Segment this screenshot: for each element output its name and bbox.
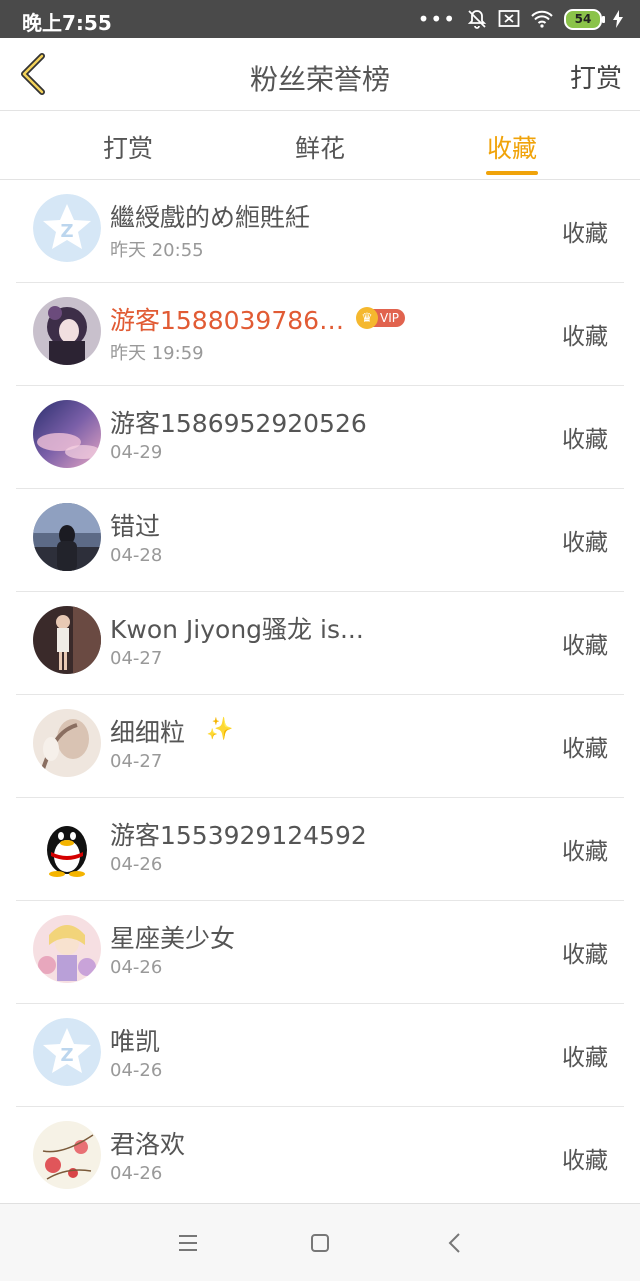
fan-action: 收藏 xyxy=(562,427,608,453)
default-qq-avatar: Z xyxy=(33,194,101,262)
fan-action: 收藏 xyxy=(562,221,608,247)
fan-action: 收藏 xyxy=(562,324,608,350)
status-time: 晚上7:55 xyxy=(22,11,112,35)
fan-date: 04-26 xyxy=(110,854,163,875)
tab-collect[interactable]: 收藏 xyxy=(452,129,572,165)
tab-reward[interactable]: 打赏 xyxy=(68,129,188,165)
fan-date: 04-26 xyxy=(110,1060,163,1081)
fan-date: 04-27 xyxy=(110,648,163,669)
list-item[interactable]: Kwon Jiyong骚龙 is... 04-27 收藏 xyxy=(16,592,624,695)
charging-icon xyxy=(613,10,623,28)
fan-date: 04-26 xyxy=(110,957,163,978)
fan-name: 游客1553929124592 xyxy=(110,821,367,850)
fan-name: 错过 xyxy=(110,512,161,541)
fan-name: 星座美少女 xyxy=(110,924,236,953)
menu-icon xyxy=(179,1235,197,1251)
tab-flowers[interactable]: 鲜花 xyxy=(260,129,380,165)
nav-back-button[interactable] xyxy=(440,1228,470,1258)
sailor-avatar xyxy=(33,915,101,983)
anime-girl-avatar xyxy=(33,297,101,365)
fan-name: 游客1586952920526 xyxy=(110,409,367,438)
list-item[interactable]: Z 唯凯 04-26 收藏 xyxy=(16,1004,624,1107)
page-title: 粉丝荣誉榜 xyxy=(249,63,390,96)
list-item[interactable]: 游客1588039786511 ♛ VIP 昨天 19:59 收藏 xyxy=(16,283,624,386)
fan-action: 收藏 xyxy=(562,530,608,556)
wifi-icon xyxy=(531,10,553,28)
fan-date: 04-29 xyxy=(110,442,163,463)
fan-date: 昨天 19:59 xyxy=(110,343,204,364)
menu-button[interactable] xyxy=(173,1228,203,1258)
fan-name: 繼綬戲的め縆貹紝 xyxy=(110,203,311,232)
default-qq-avatar: Z xyxy=(33,1018,101,1086)
crown-icon: ♛ xyxy=(356,307,378,329)
battery-icon: 54 xyxy=(564,8,605,30)
list-item[interactable]: Z 繼綬戲的め縆貹紝 昨天 20:55 收藏 xyxy=(16,180,624,283)
svg-text:Z: Z xyxy=(60,1045,73,1066)
app-header: 粉丝荣誉榜 打赏 xyxy=(0,38,640,111)
girl-back-avatar xyxy=(33,503,101,571)
status-icons: ••• 54 xyxy=(418,6,624,32)
close-box-icon xyxy=(498,10,520,27)
fan-name: 唯凯 xyxy=(110,1027,161,1056)
battery-level: 54 xyxy=(574,12,592,26)
flower-avatar xyxy=(33,1121,101,1189)
home-button[interactable] xyxy=(305,1228,335,1258)
more-dots-icon: ••• xyxy=(417,7,456,31)
list-item[interactable]: 细细粒 ✨ 04-27 收藏 xyxy=(16,695,624,798)
fan-action: 收藏 xyxy=(562,839,608,865)
fan-action: 收藏 xyxy=(562,942,608,968)
list-item[interactable]: 错过 04-28 收藏 xyxy=(16,489,624,592)
fan-action: 收藏 xyxy=(562,633,608,659)
list-item[interactable]: 君洛欢 04-26 收藏 xyxy=(16,1107,624,1210)
sky-avatar xyxy=(33,400,101,468)
bell-off-icon xyxy=(467,10,487,29)
fan-name: Kwon Jiyong骚龙 is... xyxy=(110,615,364,644)
svg-text:Z: Z xyxy=(60,221,73,242)
list-item[interactable]: 游客1553929124592 04-26 收藏 xyxy=(16,798,624,901)
fan-date: 04-27 xyxy=(110,751,163,772)
fan-date: 04-28 xyxy=(110,545,163,566)
fan-date: 04-26 xyxy=(110,1163,163,1184)
fan-name: 游客1588039786511 xyxy=(110,306,358,335)
fan-action: 收藏 xyxy=(562,1148,608,1174)
list-item[interactable]: 星座美少女 04-26 收藏 xyxy=(16,901,624,1004)
system-nav-bar xyxy=(0,1203,640,1281)
sketch-avatar xyxy=(33,709,101,777)
tab-active-indicator xyxy=(486,171,538,175)
fan-name: 君洛欢 xyxy=(110,1130,186,1159)
fan-action: 收藏 xyxy=(562,736,608,762)
back-icon xyxy=(448,1233,460,1253)
fan-name: 细细粒 xyxy=(110,718,186,747)
sparkle-icon: ✨ xyxy=(206,717,234,742)
home-icon xyxy=(311,1234,329,1252)
list-item[interactable]: 游客1586952920526 04-29 收藏 xyxy=(16,386,624,489)
fan-date: 昨天 20:55 xyxy=(110,240,204,261)
reward-button[interactable]: 打赏 xyxy=(570,58,622,95)
vip-badge: ♛ VIP xyxy=(356,307,405,329)
fan-list: Z 繼綬戲的め縆貹紝 昨天 20:55 收藏 游客1588039786511 ♛… xyxy=(16,180,624,1210)
penguin-avatar xyxy=(33,812,101,880)
tab-bar: 打赏 鲜花 收藏 xyxy=(0,111,640,180)
status-bar: 晚上7:55 ••• 54 xyxy=(0,0,640,38)
fan-action: 收藏 xyxy=(562,1045,608,1071)
girl-photo-avatar xyxy=(33,606,101,674)
